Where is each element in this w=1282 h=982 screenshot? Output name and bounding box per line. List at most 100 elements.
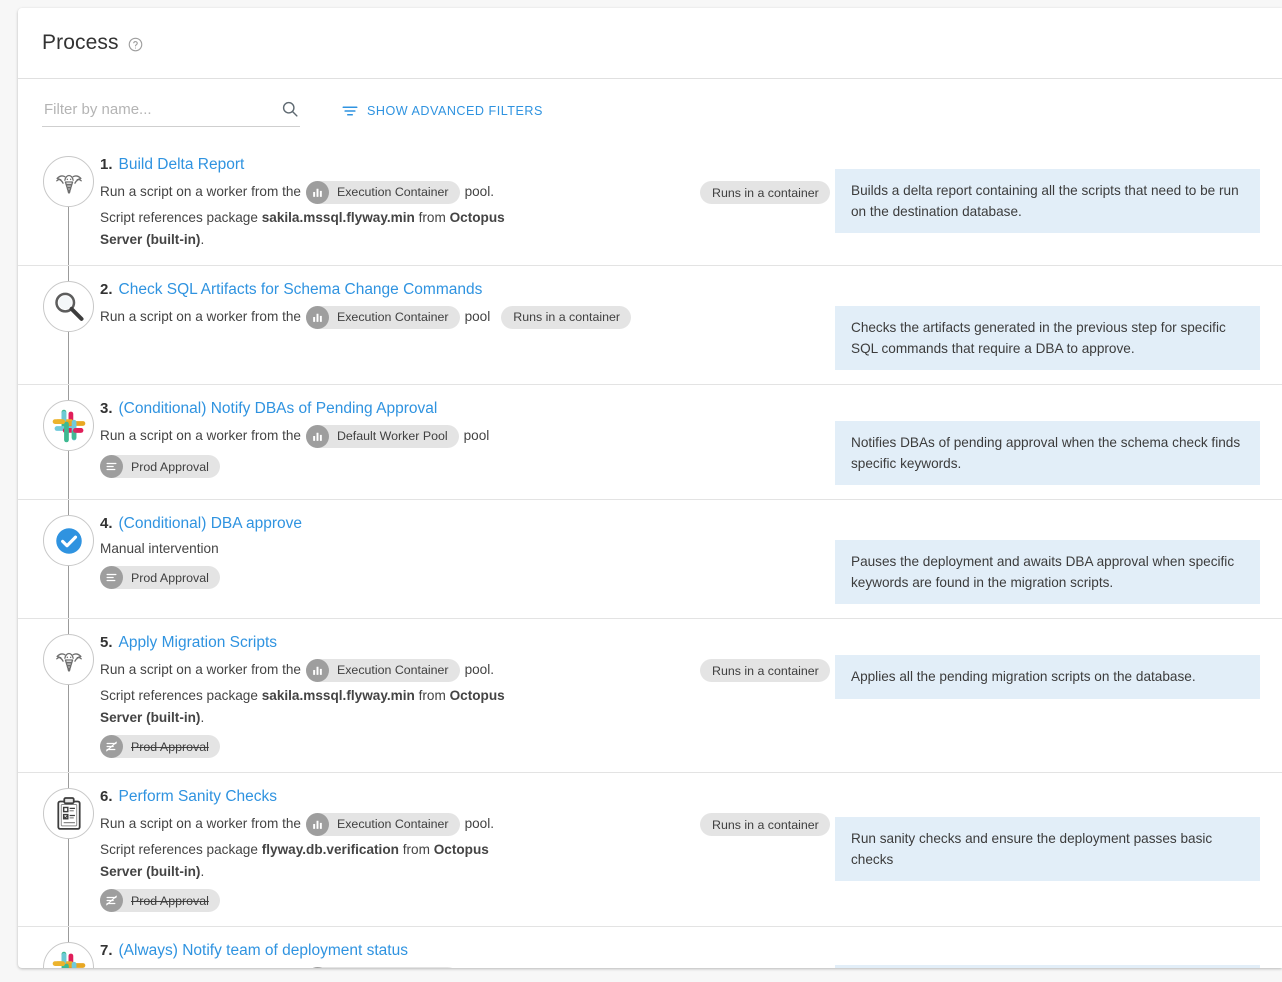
- runs-in-container-label: Runs in a container: [513, 304, 620, 330]
- step-package-line: Script references package flyway.db.veri…: [100, 839, 530, 883]
- step-main: 7.(Always) Notify team of deployment sta…: [100, 941, 700, 968]
- step-icon-octopus-icon[interactable]: [43, 634, 94, 685]
- step-number: 1.: [100, 155, 113, 175]
- step-icon-check-circle-icon[interactable]: [43, 515, 94, 566]
- runs-in-container-label: Runs in a container: [712, 186, 819, 200]
- step-container-tag-column: [700, 941, 835, 968]
- check-circle-icon-glyph: [52, 524, 86, 558]
- step-note-column: Run sanity checks and ensure the deploym…: [835, 787, 1282, 912]
- search-input[interactable]: [42, 101, 258, 119]
- search-icon[interactable]: [280, 99, 300, 119]
- runs-in-container-chip[interactable]: Runs in a container: [700, 813, 830, 836]
- worker-pool-chip[interactable]: Execution Container: [306, 659, 460, 682]
- step-action-prefix: Run a script on a worker from the: [100, 657, 301, 683]
- step-main: 5.Apply Migration ScriptsRun a script on…: [100, 633, 700, 758]
- step-description-note: Checks the artifacts generated in the pr…: [835, 306, 1260, 370]
- package-from: from: [399, 842, 434, 857]
- step-title-link[interactable]: (Conditional) Notify DBAs of Pending App…: [119, 399, 438, 419]
- environment-icon: [100, 455, 123, 478]
- runs-in-container-chip[interactable]: Runs in a container: [700, 181, 830, 204]
- step-title-link[interactable]: Check SQL Artifacts for Schema Change Co…: [119, 280, 483, 300]
- environment-icon: [100, 889, 123, 912]
- step-title-link[interactable]: Perform Sanity Checks: [119, 787, 278, 807]
- package-from: from: [415, 688, 450, 703]
- step-icon-slack-icon[interactable]: [43, 400, 94, 451]
- step-action-line: Run a script on a worker from the Execut…: [100, 811, 692, 837]
- step-environment-row: Prod Approval: [100, 889, 692, 912]
- step-title-link[interactable]: (Conditional) DBA approve: [119, 514, 303, 534]
- step-package-line: Script references package sakila.mssql.f…: [100, 207, 530, 251]
- step-title-line: 1. Build Delta Report: [100, 155, 692, 175]
- step-icon-slack-icon[interactable]: [43, 942, 94, 968]
- step-body: 5.Apply Migration ScriptsRun a script on…: [100, 619, 1282, 772]
- card-header: Process: [18, 8, 1282, 79]
- step-note-column: Pauses the deployment and awaits DBA app…: [835, 514, 1282, 604]
- worker-pool-icon: [306, 813, 329, 836]
- runs-in-container-chip[interactable]: Runs in a container: [501, 306, 631, 329]
- step-action-line: Run a script on a worker from the Defaul…: [100, 966, 692, 968]
- environment-chip[interactable]: Prod Approval: [100, 889, 220, 912]
- step-title-link[interactable]: Apply Migration Scripts: [119, 633, 278, 653]
- step-title-line: 7.(Always) Notify team of deployment sta…: [100, 941, 692, 961]
- worker-pool-icon: [306, 967, 329, 968]
- environment-chip-label: Prod Approval: [131, 894, 209, 908]
- worker-pool-chip[interactable]: Execution Container: [306, 181, 460, 204]
- worker-pool-chip[interactable]: Default Worker Pool: [306, 967, 459, 968]
- octopus-icon-glyph: [50, 163, 88, 201]
- step-environment-row: Prod Approval: [100, 735, 692, 758]
- show-advanced-filters-button[interactable]: SHOW ADVANCED FILTERS: [341, 102, 543, 120]
- worker-pool-chip-label: Default Worker Pool: [337, 423, 448, 449]
- step-container-tag-column: [700, 514, 835, 604]
- clipboard-icon-glyph: [50, 795, 88, 833]
- environment-chip[interactable]: Prod Approval: [100, 455, 220, 478]
- step-description-note: Pauses the deployment and awaits DBA app…: [835, 540, 1260, 604]
- worker-pool-chip-label: Execution Container: [337, 657, 449, 683]
- slack-icon-glyph: [50, 407, 88, 445]
- process-step: 3. (Conditional) Notify DBAs of Pending A…: [18, 385, 1282, 500]
- step-number: 3.: [100, 399, 113, 419]
- step-main: 4.(Conditional) DBA approveManual interv…: [100, 514, 700, 604]
- manual-intervention-text: Manual intervention: [100, 538, 692, 560]
- package-line-prefix: Script references package: [100, 210, 262, 225]
- step-gutter: [18, 385, 100, 499]
- step-icon-octopus-icon[interactable]: [43, 156, 94, 207]
- step-gutter: [18, 266, 100, 384]
- magnifier-icon-glyph: [49, 287, 89, 327]
- worker-pool-chip[interactable]: Execution Container: [306, 306, 460, 329]
- environment-chip[interactable]: Prod Approval: [100, 566, 220, 589]
- process-step: 1. Build Delta Report Run a script on a wo…: [18, 141, 1282, 266]
- step-action-line: Run a script on a worker from the Execut…: [100, 657, 692, 683]
- step-gutter: [18, 141, 100, 265]
- step-action-line: Run a script on a worker from the Execut…: [100, 179, 692, 205]
- help-circle-icon[interactable]: [128, 37, 143, 52]
- process-card: Process: [18, 8, 1282, 968]
- step-pool-suffix: pool: [465, 304, 491, 330]
- step-pool-suffix: pool.: [465, 811, 494, 837]
- step-body: 6.Perform Sanity ChecksRun a script on a…: [100, 773, 1282, 926]
- package-name: sakila.mssql.flyway.min: [262, 688, 415, 703]
- process-step: 6.Perform Sanity ChecksRun a script on a…: [18, 773, 1282, 927]
- step-pool-suffix: pool: [464, 423, 490, 449]
- environment-chip[interactable]: Prod Approval: [100, 735, 220, 758]
- step-container-tag-column: Runs in a container: [700, 155, 835, 251]
- step-description-note: Notifies DBAs of pending approval when t…: [835, 421, 1260, 485]
- worker-pool-chip[interactable]: Default Worker Pool: [306, 425, 459, 448]
- step-title-line: 2.Check SQL Artifacts for Schema Change …: [100, 280, 692, 300]
- step-title-link[interactable]: Build Delta Report: [119, 155, 245, 175]
- worker-pool-chip[interactable]: Execution Container: [306, 813, 460, 836]
- step-icon-magnifier-icon[interactable]: [43, 281, 94, 332]
- worker-pool-icon: [306, 425, 329, 448]
- package-name: flyway.db.verification: [262, 842, 399, 857]
- step-icon-clipboard-icon[interactable]: [43, 788, 94, 839]
- step-title-link[interactable]: (Always) Notify team of deployment statu…: [119, 941, 408, 961]
- step-body: 4.(Conditional) DBA approveManual interv…: [100, 500, 1282, 618]
- step-body: 1. Build Delta Report Run a script on a wo…: [100, 141, 1282, 265]
- step-container-tag-column: [700, 399, 835, 485]
- step-note-column: Builds a delta report containing all the…: [835, 155, 1282, 251]
- runs-in-container-label: Runs in a container: [712, 818, 819, 832]
- runs-in-container-chip[interactable]: Runs in a container: [700, 659, 830, 682]
- process-step: 2.Check SQL Artifacts for Schema Change …: [18, 266, 1282, 385]
- step-action-prefix: Run a script on a worker from the: [100, 304, 301, 330]
- worker-pool-icon: [306, 306, 329, 329]
- environment-icon: [100, 735, 123, 758]
